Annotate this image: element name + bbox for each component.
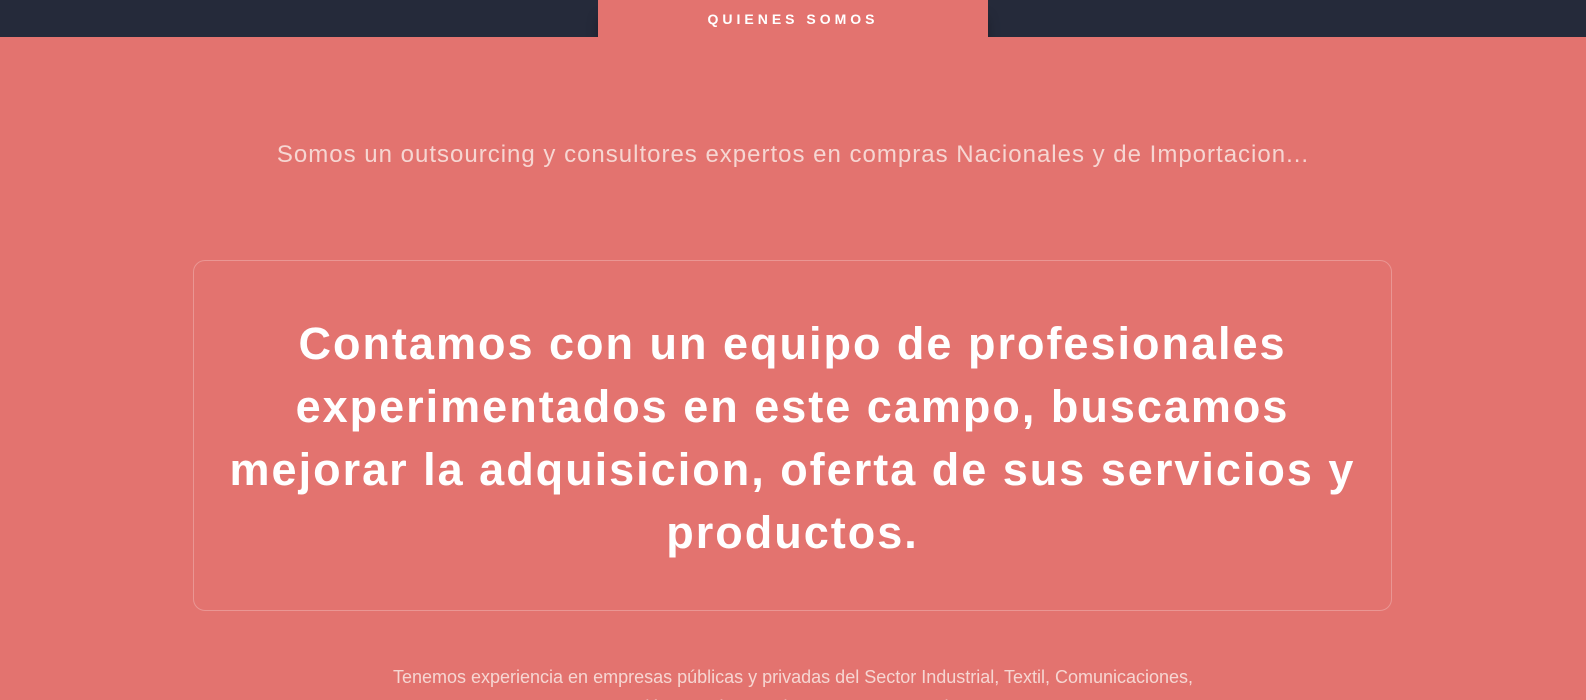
description-line: construcción, metal-mecanica, empaque y … [0,692,1586,700]
highlight-quote: Contamos con un equipo de profesionales … [203,312,1383,564]
quote-line: Contamos con un equipo de profesionales [298,317,1287,369]
quote-line: experimentados en este campo, buscamos [295,380,1290,432]
quote-line: mejorar la adquisicion, oferta de sus se… [229,443,1356,495]
about-section: Somos un outsourcing y consultores exper… [0,37,1586,700]
highlight-quote-box: Contamos con un equipo de profesionales … [193,260,1392,611]
quote-line: productos. [666,506,919,558]
tab-label-quienes-somos: QUIENES SOMOS [707,11,879,27]
experience-description: Tenemos experiencia en empresas públicas… [0,662,1586,700]
description-line: Tenemos experiencia en empresas públicas… [392,667,1194,687]
section-subtitle: Somos un outsourcing y consultores exper… [276,141,1310,168]
